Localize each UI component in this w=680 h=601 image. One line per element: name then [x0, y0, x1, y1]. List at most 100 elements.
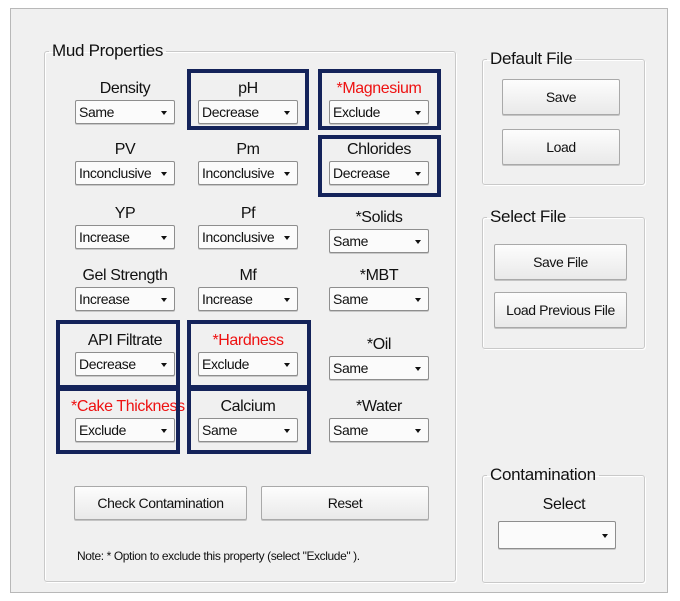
water-dropdown[interactable]: Same	[329, 418, 429, 442]
pf-label: Pf	[240, 205, 256, 222]
contamination-title: Contamination	[490, 465, 596, 484]
chevron-down-icon	[415, 240, 421, 244]
yp-label: YP	[114, 205, 136, 222]
chevron-down-icon	[284, 111, 290, 115]
yp-value: Increase	[79, 229, 130, 245]
api-filtrate-label: API Filtrate	[87, 332, 163, 349]
gel-strength-dropdown[interactable]: Increase	[75, 287, 175, 311]
chevron-down-icon	[161, 236, 167, 240]
cake-thickness-label: *Cake Thickness	[71, 398, 185, 415]
cake-thickness-property: *Cake Thickness Exclude	[71, 397, 185, 442]
chevron-down-icon	[415, 172, 421, 176]
chevron-down-icon	[284, 298, 290, 302]
ph-label: pH	[238, 80, 258, 97]
chlorides-dropdown[interactable]: Decrease	[329, 161, 429, 185]
yp-property: YP Increase	[71, 204, 179, 249]
mbt-dropdown[interactable]: Same	[329, 287, 429, 311]
chevron-down-icon	[161, 298, 167, 302]
api-filtrate-value: Decrease	[79, 356, 136, 372]
water-label: *Water	[356, 398, 402, 415]
chevron-down-icon	[415, 367, 421, 371]
pf-property: Pf Inconclusive	[194, 204, 302, 249]
check-contamination-button[interactable]: Check Contamination	[74, 486, 247, 520]
density-property: Density Same	[71, 79, 179, 124]
mud-properties-title: Mud Properties	[52, 41, 164, 60]
yp-dropdown[interactable]: Increase	[75, 225, 175, 249]
ph-value: Decrease	[202, 104, 259, 120]
pm-dropdown[interactable]: Inconclusive	[198, 161, 298, 185]
magnesium-value: Exclude	[333, 104, 381, 120]
pv-dropdown[interactable]: Inconclusive	[75, 161, 175, 185]
reset-button[interactable]: Reset	[261, 486, 429, 520]
pv-value: Inconclusive	[79, 165, 152, 181]
chevron-down-icon	[284, 236, 290, 240]
gel-strength-value: Increase	[79, 291, 130, 307]
ph-dropdown[interactable]: Decrease	[198, 100, 298, 124]
contamination-select-label: Select	[542, 496, 586, 513]
ph-property: pH Decrease	[194, 79, 302, 124]
exclude-note: Note: * Option to exclude this property …	[77, 549, 360, 563]
magnesium-property: *Magnesium Exclude	[325, 79, 433, 124]
water-value: Same	[333, 422, 368, 438]
chevron-down-icon	[415, 429, 421, 433]
oil-dropdown[interactable]: Same	[329, 356, 429, 380]
oil-value: Same	[333, 360, 368, 376]
chevron-down-icon	[161, 172, 167, 176]
default-file-title: Default File	[490, 49, 573, 68]
contamination-select-dropdown[interactable]	[498, 521, 616, 549]
chlorides-label: Chlorides	[347, 141, 411, 158]
gel-strength-property: Gel Strength Increase	[71, 266, 179, 311]
chevron-down-icon	[284, 363, 290, 367]
main-window: Mud Properties Density Same pH Decrease …	[10, 8, 668, 593]
calcium-dropdown[interactable]: Same	[198, 418, 298, 442]
oil-label: *Oil	[366, 336, 392, 353]
gel-strength-label: Gel Strength	[82, 267, 168, 284]
load-button[interactable]: Load	[502, 129, 620, 165]
water-property: *Water Same	[325, 397, 433, 442]
api-filtrate-property: API Filtrate Decrease	[71, 331, 179, 376]
solids-property: *Solids Same	[325, 208, 433, 253]
calcium-label: Calcium	[220, 398, 276, 415]
pm-label: Pm	[236, 141, 260, 158]
solids-label: *Solids	[355, 209, 403, 226]
chlorides-property: Chlorides Decrease	[325, 140, 433, 185]
chevron-down-icon	[284, 172, 290, 176]
hardness-value: Exclude	[202, 356, 250, 372]
chevron-down-icon	[415, 298, 421, 302]
cake-thickness-value: Exclude	[79, 422, 127, 438]
pv-property: PV Inconclusive	[71, 140, 179, 185]
solids-dropdown[interactable]: Same	[329, 229, 429, 253]
chlorides-value: Decrease	[333, 165, 390, 181]
mf-dropdown[interactable]: Increase	[198, 287, 298, 311]
solids-value: Same	[333, 233, 368, 249]
chevron-down-icon	[161, 429, 167, 433]
hardness-dropdown[interactable]: Exclude	[198, 352, 298, 376]
hardness-property: *Hardness Exclude	[194, 331, 302, 376]
pf-value: Inconclusive	[202, 229, 275, 245]
pf-dropdown[interactable]: Inconclusive	[198, 225, 298, 249]
mf-value: Increase	[202, 291, 253, 307]
save-button[interactable]: Save	[502, 79, 620, 115]
density-value: Same	[79, 104, 114, 120]
mbt-value: Same	[333, 291, 368, 307]
mf-property: Mf Increase	[194, 266, 302, 311]
density-dropdown[interactable]: Same	[75, 100, 175, 124]
cake-thickness-dropdown[interactable]: Exclude	[75, 418, 175, 442]
load-previous-file-button[interactable]: Load Previous File	[494, 292, 627, 328]
api-filtrate-dropdown[interactable]: Decrease	[75, 352, 175, 376]
calcium-property: Calcium Same	[194, 397, 302, 442]
save-file-button[interactable]: Save File	[494, 244, 627, 280]
chevron-down-icon	[161, 363, 167, 367]
mbt-property: *MBT Same	[325, 266, 433, 311]
magnesium-dropdown[interactable]: Exclude	[329, 100, 429, 124]
pv-label: PV	[114, 141, 136, 158]
chevron-down-icon	[602, 534, 608, 538]
pm-property: Pm Inconclusive	[194, 140, 302, 185]
hardness-label: *Hardness	[212, 332, 284, 349]
oil-property: *Oil Same	[325, 335, 433, 380]
select-file-title: Select File	[490, 207, 567, 226]
chevron-down-icon	[415, 111, 421, 115]
density-label: Density	[99, 80, 151, 97]
magnesium-label: *Magnesium	[336, 80, 422, 97]
chevron-down-icon	[284, 429, 290, 433]
